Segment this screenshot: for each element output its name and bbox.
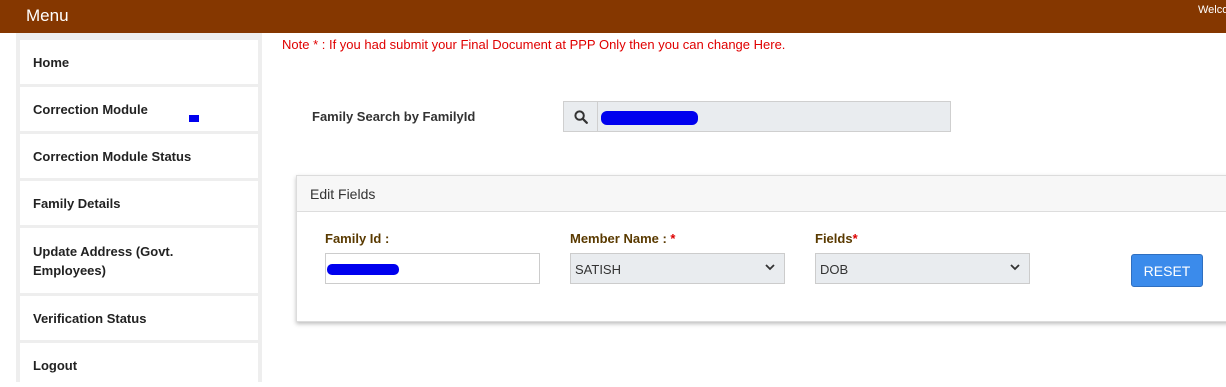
member-name-select[interactable]: SATISH (570, 253, 785, 284)
sidebar-item-correction-module[interactable]: Correction Module (20, 87, 258, 131)
welcome-text: Welcome (1198, 4, 1226, 16)
family-search-label: Family Search by FamilyId (312, 109, 476, 124)
required-mark: * (852, 231, 858, 246)
sidebar-item-label: Family Details (33, 195, 121, 211)
sidebar-item-label: Home (33, 54, 70, 70)
sidebar-item-verification-status[interactable]: Verification Status (20, 296, 258, 340)
fields-label: Fields* (815, 231, 858, 246)
redaction-mark (189, 115, 199, 122)
card-title: Edit Fields (310, 186, 376, 202)
fields-label-text: Fields (815, 231, 853, 246)
member-name-label: Member Name : * (570, 231, 675, 246)
sidebar-item-update-address-bg (210, 228, 258, 293)
top-bar: Menu Welcome (0, 0, 1226, 33)
menu-title[interactable]: Menu (26, 6, 69, 26)
sidebar-item-family-details[interactable]: Family Details (20, 181, 258, 225)
edit-fields-card: Edit Fields (296, 175, 1226, 322)
redaction-mark (327, 264, 399, 275)
redaction-mark (601, 111, 698, 125)
member-name-value: SATISH (575, 262, 621, 277)
sidebar-item-logout[interactable]: Logout (20, 343, 258, 387)
member-name-label-text: Member Name : (570, 231, 671, 246)
chevron-down-icon (764, 260, 776, 277)
sidebar-item-label: Correction Module (33, 101, 148, 117)
sidebar-item-label: Correction Module Status (33, 148, 192, 164)
note-text: Note * : If you had submit your Final Do… (282, 37, 786, 52)
fields-value: DOB (820, 262, 849, 277)
search-icon[interactable] (564, 102, 598, 131)
required-mark: * (670, 231, 676, 246)
sidebar-item-home[interactable]: Home (20, 40, 258, 84)
reset-button[interactable]: RESET (1131, 254, 1203, 287)
chevron-down-icon (1009, 260, 1021, 277)
card-header: Edit Fields (297, 176, 1226, 212)
sidebar-item-correction-module-status[interactable]: Correction Module Status (20, 134, 258, 178)
fields-select[interactable]: DOB (815, 253, 1030, 284)
sidebar-item-label: Verification Status (33, 310, 147, 326)
sidebar-item-label: Update Address (Govt. Employees) (33, 243, 174, 278)
sidebar-item-label: Logout (33, 357, 78, 373)
sidebar-item-update-address[interactable]: Update Address (Govt. Employees) (20, 228, 210, 293)
family-id-label: Family Id : (325, 231, 390, 246)
